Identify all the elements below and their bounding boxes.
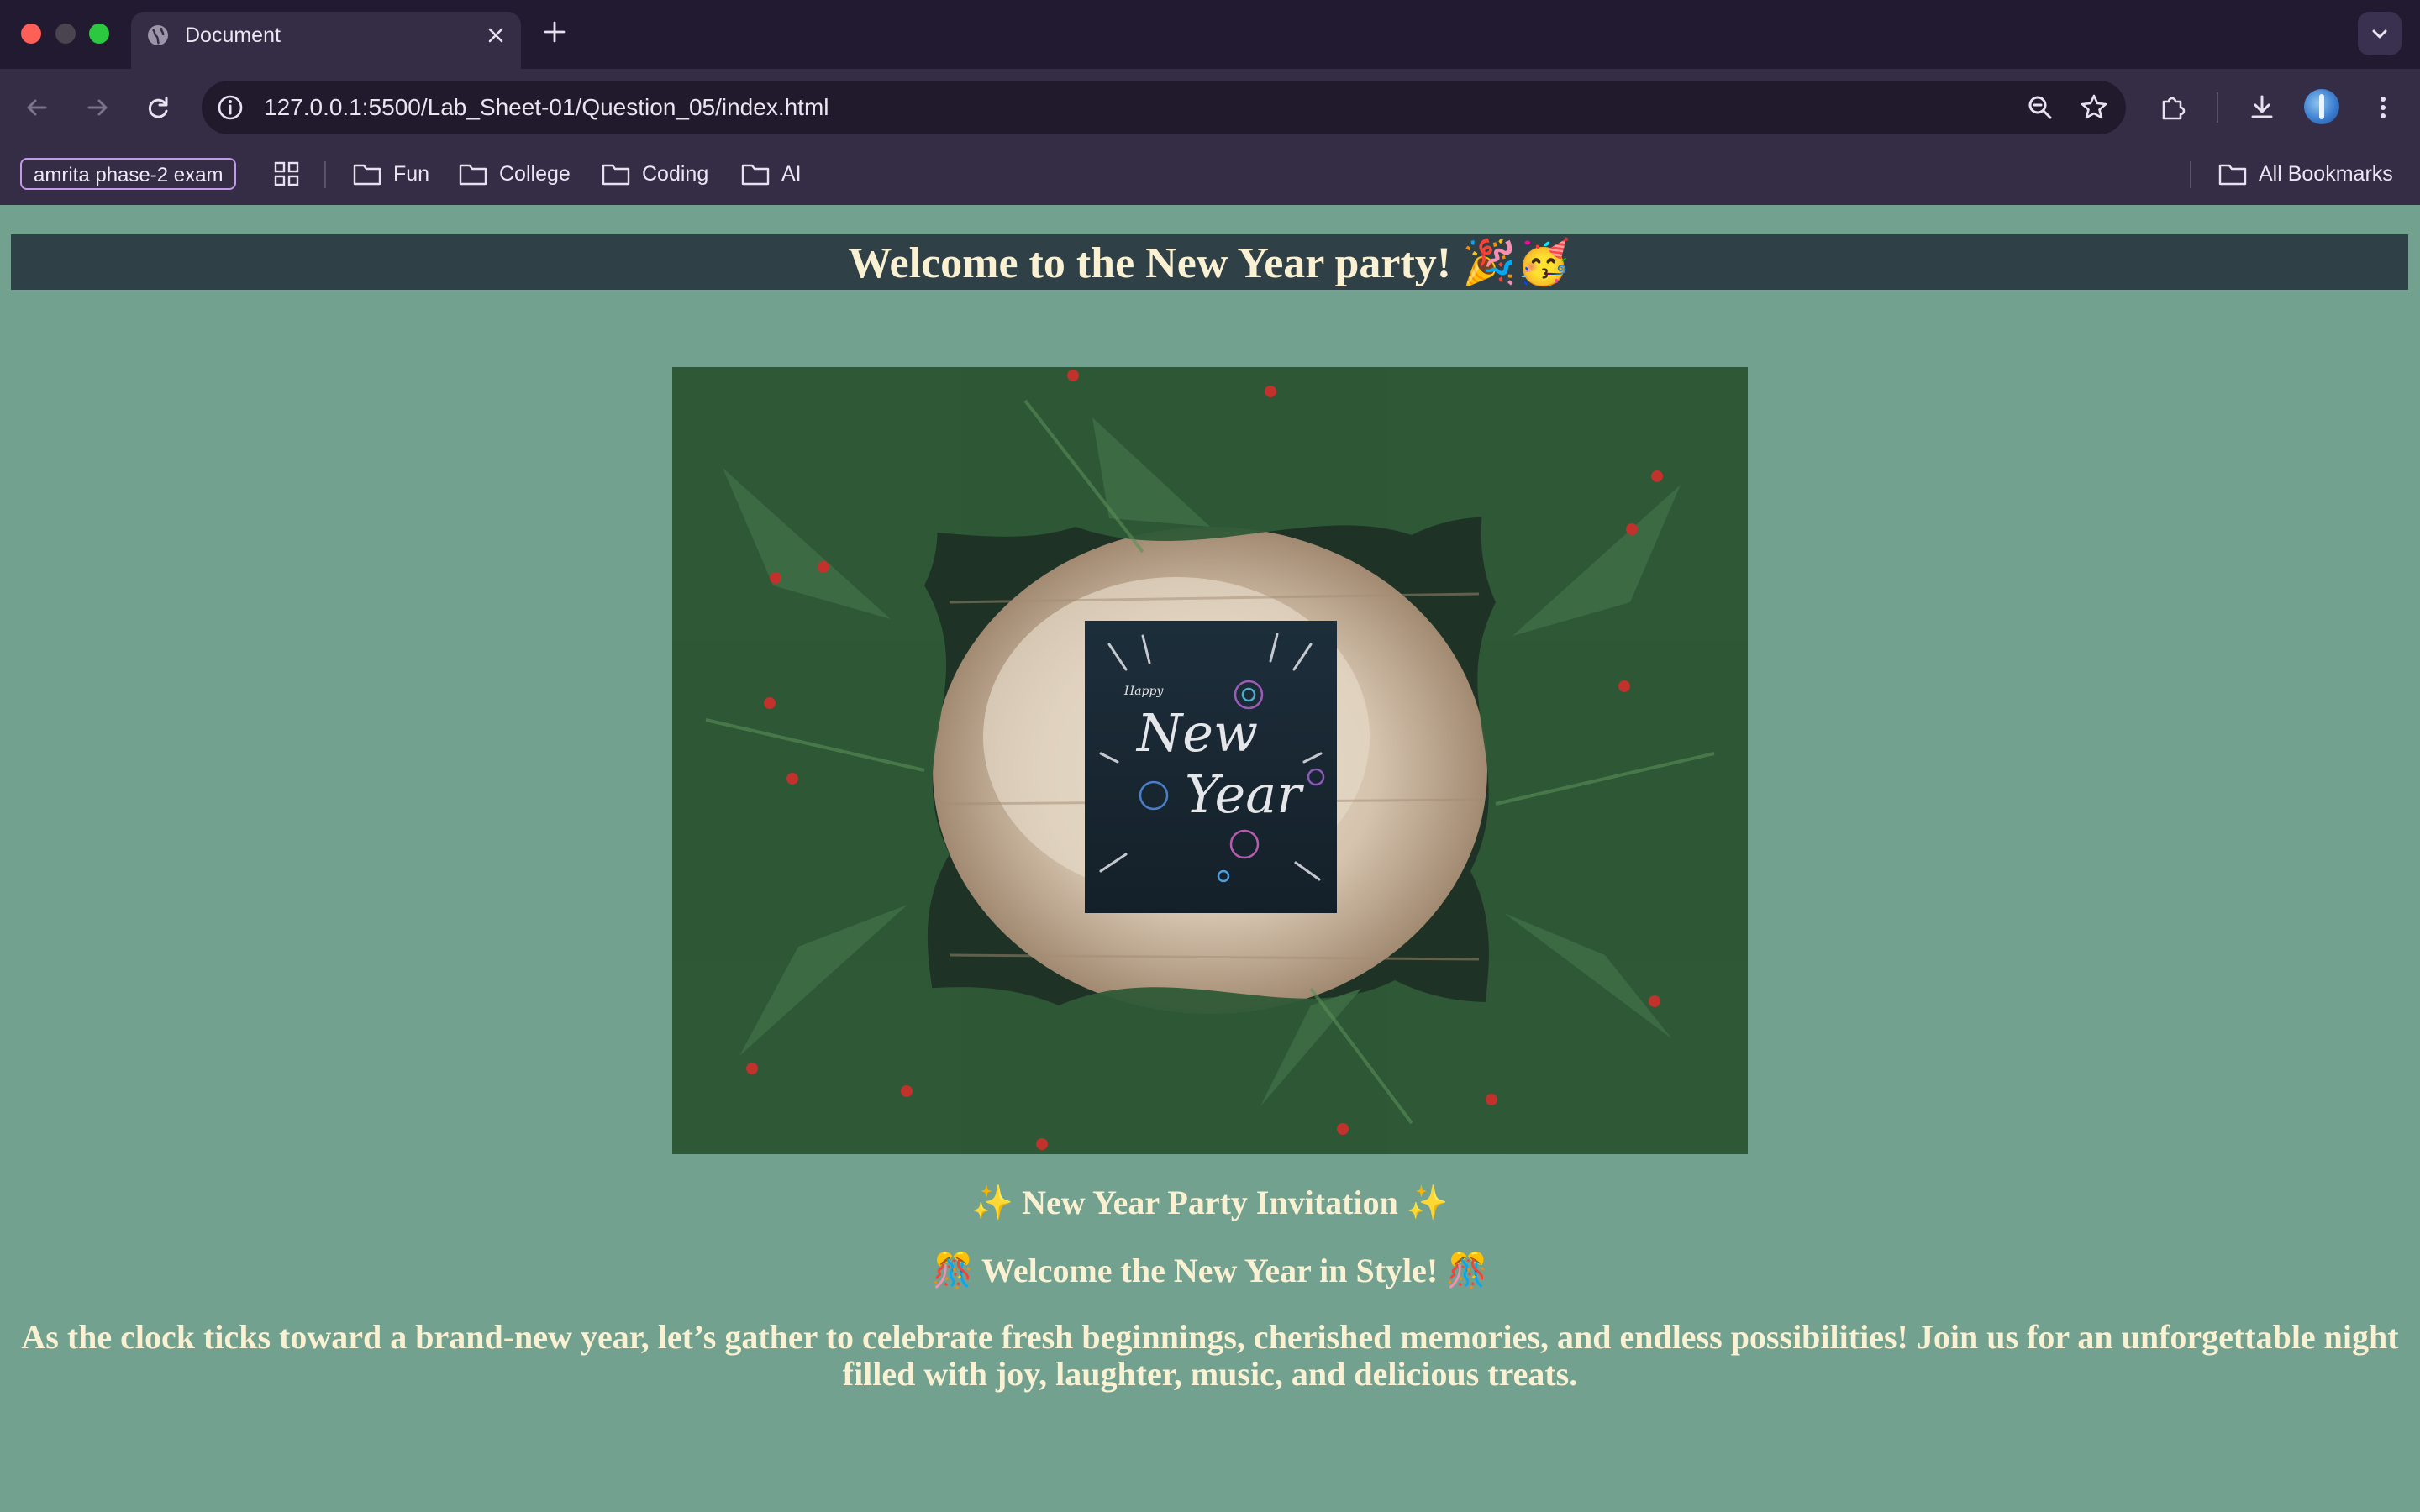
zoom-icon[interactable] (2023, 91, 2057, 124)
new-tab-icon[interactable] (541, 18, 568, 45)
bookmark-folder-college[interactable]: College (459, 160, 571, 188)
bookmark-folder-label: College (499, 161, 571, 186)
globe-icon (148, 25, 168, 45)
bookmark-folder-coding[interactable]: Coding (602, 160, 708, 188)
tab-search-button[interactable] (2358, 12, 2402, 55)
all-bookmarks-folder[interactable]: All Bookmarks (2218, 160, 2393, 188)
bookmarks-divider-right (2190, 161, 2191, 188)
download-icon[interactable] (2245, 91, 2279, 124)
folder-icon (2218, 164, 2247, 186)
tab-document[interactable]: Document (131, 12, 521, 69)
page-title: Welcome to the New Year party! 🎉🥳 (848, 239, 1571, 287)
folder-icon (741, 164, 770, 186)
bookmark-folder-fun[interactable]: Fun (353, 160, 429, 188)
tab-strip: Document (0, 0, 2420, 69)
welcome-line: 🎊 Welcome the New Year in Style! 🎊 (931, 1252, 1489, 1289)
card-year-text: Year (1185, 764, 1304, 825)
bookmark-folder-label: Coding (642, 161, 709, 186)
folder-icon (602, 164, 630, 186)
browser-chrome: Document 127.0.0.1:5500/Lab_Sheet-01/Que… (0, 0, 2420, 205)
address-bar[interactable]: 127.0.0.1:5500/Lab_Sheet-01/Question_05/… (202, 81, 2126, 134)
card-new-text: New (1135, 702, 1258, 764)
forward-arrow-icon[interactable] (81, 91, 114, 124)
bookmarks-divider (324, 161, 326, 188)
toolbar-divider (2217, 92, 2218, 123)
heading-banner: Welcome to the New Year party! 🎉🥳 (11, 234, 2408, 290)
star-icon[interactable] (2077, 91, 2111, 124)
invitation-title: ✨ New Year Party Invitation ✨ (971, 1184, 1449, 1221)
bookmark-amrita-exam[interactable]: amrita phase-2 exam (20, 158, 237, 190)
close-icon[interactable] (482, 22, 509, 49)
minimize-window-button[interactable] (55, 24, 76, 44)
bookmark-folder-ai[interactable]: AI (741, 160, 802, 188)
tab-title: Document (185, 24, 281, 47)
maximize-window-button[interactable] (89, 24, 109, 44)
url-text[interactable]: 127.0.0.1:5500/Lab_Sheet-01/Question_05/… (264, 92, 829, 123)
folder-icon (353, 164, 381, 186)
back-arrow-icon[interactable] (20, 91, 54, 124)
reload-icon[interactable] (141, 91, 175, 124)
invitation-paragraph: As the clock ticks toward a brand-new ye… (21, 1318, 2399, 1393)
site-info-icon[interactable] (213, 91, 247, 124)
all-bookmarks-label: All Bookmarks (2259, 161, 2393, 186)
chevron-down-icon (2372, 29, 2387, 39)
bookmark-folder-label: Fun (393, 161, 430, 186)
close-window-button[interactable] (21, 24, 41, 44)
more-menu-icon[interactable] (2366, 91, 2400, 124)
profile-avatar[interactable] (2304, 89, 2339, 124)
new-year-image: Happy New Year (672, 367, 1748, 1154)
extensions-icon[interactable] (2156, 91, 2190, 124)
card-happy-text: Happy (1123, 685, 1164, 698)
folder-icon (459, 164, 487, 186)
bookmark-folder-label: AI (781, 161, 802, 186)
page-viewport: Welcome to the New Year party! 🎉🥳 Happy … (0, 205, 2420, 1512)
apps-grid-icon[interactable] (272, 160, 301, 188)
